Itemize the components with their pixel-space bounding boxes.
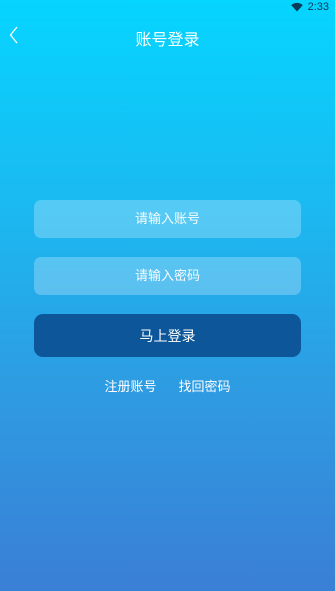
status-right: 2:33	[290, 1, 329, 13]
register-link[interactable]: 注册账号	[104, 376, 156, 395]
login-button[interactable]: 马上登录	[34, 314, 301, 357]
recover-password-link[interactable]: 找回密码	[179, 376, 231, 395]
wifi-icon	[290, 2, 303, 12]
account-input[interactable]	[34, 200, 301, 238]
password-input[interactable]	[34, 257, 301, 295]
header: 账号登录	[0, 22, 335, 52]
auth-links: 注册账号 找回密码	[0, 376, 335, 395]
login-form: 马上登录	[34, 200, 301, 357]
page-title: 账号登录	[135, 30, 200, 49]
status-time: 2:33	[307, 1, 329, 13]
status-bar: 2:33	[0, 0, 335, 16]
